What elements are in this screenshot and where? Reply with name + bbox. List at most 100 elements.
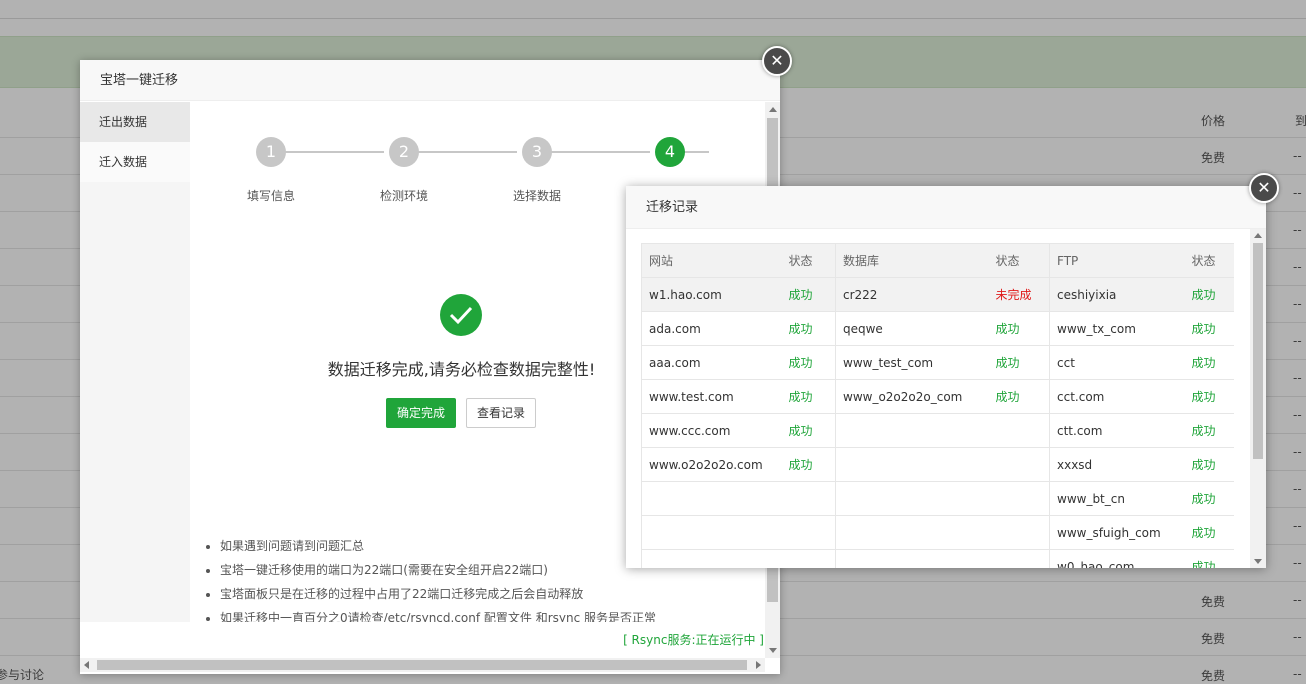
database-status-cell: 成功 <box>988 379 1050 414</box>
records-dialog-title: 迁移记录 <box>626 186 1266 229</box>
table-row: www_sfuigh_com 成功 <box>641 515 1234 550</box>
database-cell: www_o2o2o2o_com <box>835 379 989 414</box>
ftp-status-cell: 成功 <box>1184 413 1234 448</box>
table-row: ada.com 成功 qeqwe 成功 www_tx_com 成功 <box>641 311 1234 346</box>
records-table-container: 网站 状态 数据库 状态 FTP 状态 w1.hao.com 成功 cr222 未完成… <box>641 243 1234 568</box>
migration-sidebar: 迁出数据 迁入数据 <box>80 102 190 622</box>
step-1-circle: 1 <box>256 137 286 167</box>
database-cell: qeqwe <box>835 311 989 346</box>
check-icon <box>440 294 482 336</box>
site-cell: www.test.com <box>641 379 782 414</box>
view-records-button[interactable]: 查看记录 <box>466 398 537 428</box>
ftp-status-cell: 成功 <box>1184 515 1234 550</box>
column-header-status: 状态 <box>988 243 1050 278</box>
column-header-site: 网站 <box>641 243 782 278</box>
table-row: aaa.com 成功 www_test_com 成功 cct 成功 <box>641 345 1234 380</box>
ftp-cell: cct <box>1049 345 1185 380</box>
database-cell: www_test_com <box>835 345 989 380</box>
tab-export-data[interactable]: 迁出数据 <box>80 102 190 142</box>
tip-item: 宝塔面板只是在迁移的过程中占用了22端口迁移完成之后会自动释放 <box>220 582 742 606</box>
table-row: w0_hao_com 成功 <box>641 549 1234 568</box>
ftp-cell: ceshiyixia <box>1049 277 1185 312</box>
scroll-up-icon[interactable] <box>1254 233 1262 238</box>
step-2-circle: 2 <box>389 137 419 167</box>
scroll-up-icon[interactable] <box>769 107 777 112</box>
site-status-cell: 成功 <box>781 379 836 414</box>
ftp-cell: www_tx_com <box>1049 311 1185 346</box>
records-dialog: 迁移记录 网站 状态 数据库 状态 FTP 状态 w1.hao.com 成功 cr2… <box>626 186 1266 568</box>
step-3-label: 选择数据 <box>512 189 561 203</box>
database-status-cell: 成功 <box>988 311 1050 346</box>
database-cell <box>835 447 989 482</box>
ftp-cell: w0_hao_com <box>1049 549 1185 568</box>
database-status-cell <box>988 549 1050 568</box>
site-cell: ada.com <box>641 311 782 346</box>
ftp-cell: xxxsd <box>1049 447 1185 482</box>
database-cell <box>835 549 989 568</box>
tab-import-data[interactable]: 迁入数据 <box>80 142 190 182</box>
ftp-status-cell: 成功 <box>1184 345 1234 380</box>
ftp-status-cell: 成功 <box>1184 379 1234 414</box>
table-row: www_bt_cn 成功 <box>641 481 1234 516</box>
step-connector <box>413 151 517 153</box>
step-3-circle: 3 <box>522 137 552 167</box>
database-cell <box>835 413 989 448</box>
site-status-cell: 成功 <box>781 277 836 312</box>
ftp-status-cell: 成功 <box>1184 447 1234 482</box>
site-status-cell: 成功 <box>781 413 836 448</box>
scroll-left-icon[interactable] <box>84 661 89 669</box>
site-cell: www.o2o2o2o.com <box>641 447 782 482</box>
table-row: www.o2o2o2o.com 成功 xxxsd 成功 <box>641 447 1234 482</box>
scroll-thumb[interactable] <box>97 660 747 670</box>
site-cell <box>641 481 782 516</box>
column-header-ftp: FTP <box>1049 243 1185 278</box>
table-row: www.test.com 成功 www_o2o2o2o_com 成功 cct.com 成功 <box>641 379 1234 414</box>
ftp-status-cell: 成功 <box>1184 311 1234 346</box>
ftp-status-cell: 成功 <box>1184 549 1234 568</box>
site-status-cell <box>781 515 836 550</box>
step-1-label: 填写信息 <box>246 189 295 203</box>
database-status-cell <box>988 413 1050 448</box>
ftp-cell: ctt.com <box>1049 413 1185 448</box>
site-status-cell <box>781 549 836 568</box>
database-cell <box>835 481 989 516</box>
ftp-status-cell: 成功 <box>1184 481 1234 516</box>
close-icon[interactable]: ✕ <box>762 46 792 76</box>
horizontal-scrollbar[interactable] <box>80 658 765 672</box>
ftp-cell: www_sfuigh_com <box>1049 515 1185 550</box>
records-scrollbar[interactable] <box>1250 229 1266 568</box>
database-status-cell <box>988 481 1050 516</box>
table-row: www.ccc.com 成功 ctt.com 成功 <box>641 413 1234 448</box>
column-header-database: 数据库 <box>835 243 989 278</box>
column-header-status: 状态 <box>1184 243 1234 278</box>
scroll-down-icon[interactable] <box>1254 559 1262 564</box>
database-status-cell <box>988 515 1050 550</box>
ftp-cell: cct.com <box>1049 379 1185 414</box>
close-icon[interactable]: ✕ <box>1249 173 1279 203</box>
table-header-row: 网站 状态 数据库 状态 FTP 状态 <box>641 243 1234 278</box>
database-status-cell <box>988 447 1050 482</box>
database-cell <box>835 515 989 550</box>
tip-item: 如果迁移中一直百分之0请检查/etc/rsyncd.conf 配置文件 和rsy… <box>220 606 742 622</box>
table-row: w1.hao.com 成功 cr222 未完成 ceshiyixia 成功 <box>641 277 1234 312</box>
step-2-label: 检测环境 <box>379 189 428 203</box>
records-table: 网站 状态 数据库 状态 FTP 状态 w1.hao.com 成功 cr222 未完成… <box>641 243 1234 568</box>
site-status-cell: 成功 <box>781 345 836 380</box>
site-cell: aaa.com <box>641 345 782 380</box>
scroll-right-icon[interactable] <box>756 661 761 669</box>
ftp-cell: www_bt_cn <box>1049 481 1185 516</box>
step-connector <box>280 151 384 153</box>
confirm-complete-button[interactable]: 确定完成 <box>386 398 457 428</box>
site-status-cell <box>781 481 836 516</box>
site-status-cell: 成功 <box>781 311 836 346</box>
database-status-cell: 未完成 <box>988 277 1050 312</box>
site-cell <box>641 515 782 550</box>
rsync-status: [ Rsync服务:正在运行中 ] <box>623 633 764 647</box>
site-cell <box>641 549 782 568</box>
database-cell: cr222 <box>835 277 989 312</box>
site-cell: www.ccc.com <box>641 413 782 448</box>
scroll-down-icon[interactable] <box>769 648 777 653</box>
ftp-status-cell: 成功 <box>1184 277 1234 312</box>
scroll-thumb[interactable] <box>1253 243 1263 459</box>
site-status-cell: 成功 <box>781 447 836 482</box>
